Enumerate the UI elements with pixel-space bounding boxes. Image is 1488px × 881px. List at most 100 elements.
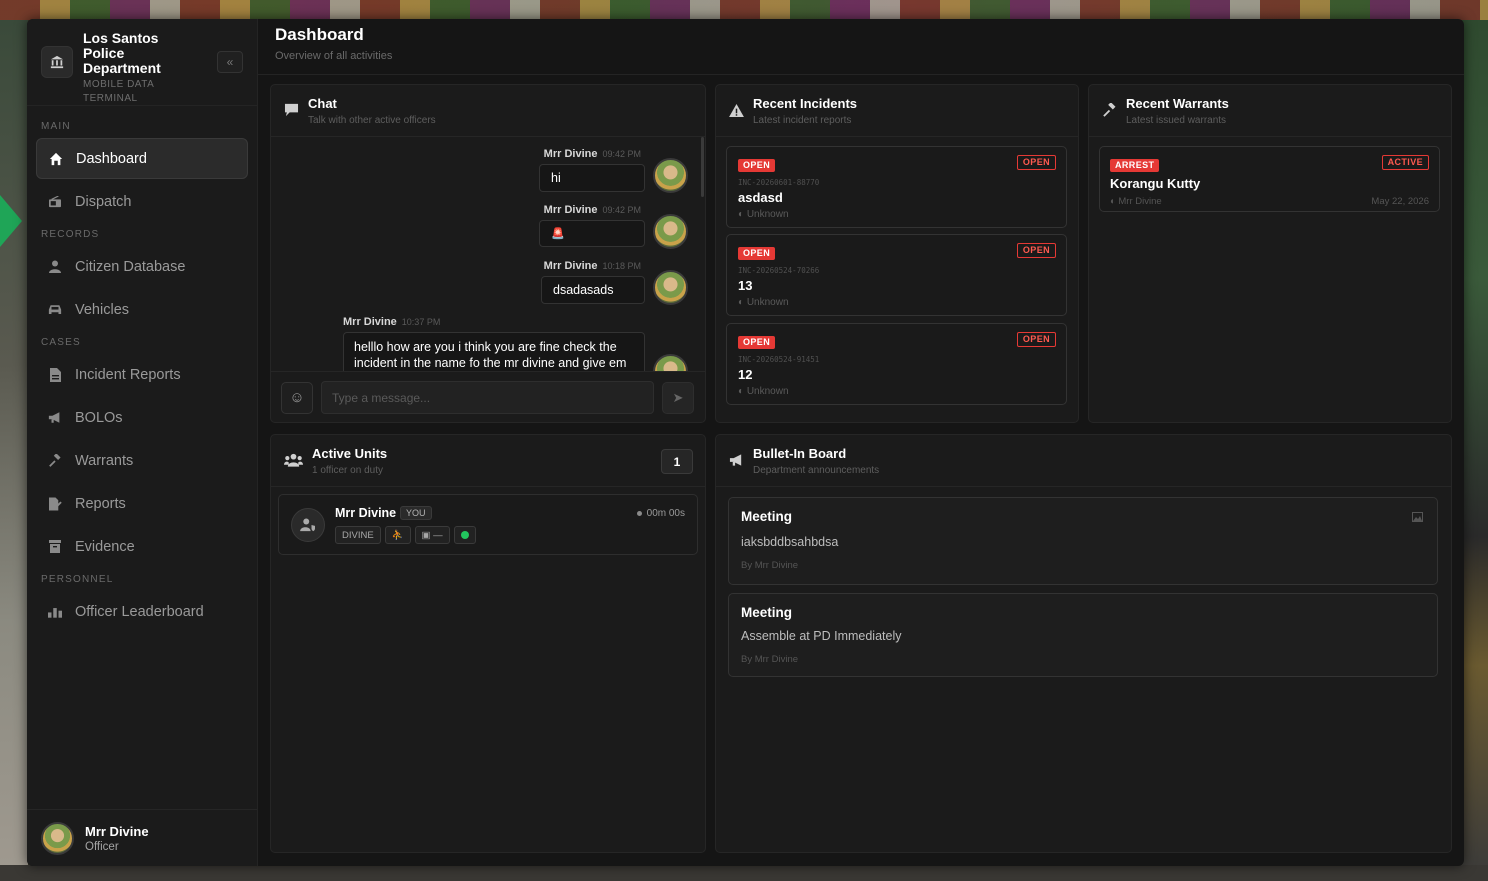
location-text: Unknown xyxy=(746,297,789,308)
warrants-panel-header: Recent Warrants Latest issued warrants xyxy=(1089,85,1451,137)
gavel-icon xyxy=(48,453,62,468)
incident-location: ◐ Unknown xyxy=(738,386,1055,397)
incident-status-badge: OPEN xyxy=(1016,332,1056,347)
current-user[interactable]: Mrr Divine Officer xyxy=(27,809,257,866)
location-shield-icon: ◐ xyxy=(738,297,745,308)
warrants-title: Recent Warrants xyxy=(1126,96,1229,111)
message-bubble: helllo how are you i think you are fine … xyxy=(343,332,645,371)
page-subtitle: Overview of all activities xyxy=(275,50,393,62)
callsign-tag[interactable]: DIVINE xyxy=(335,526,381,544)
user-role: Officer xyxy=(85,840,119,853)
chat-messages[interactable]: Mrr Divine 09:42 PM hi Mrr Divine 09:42 PM… xyxy=(271,137,705,371)
sidebar-item-vehicles[interactable]: Vehicles xyxy=(36,289,248,330)
location-text: Unknown xyxy=(746,209,789,220)
units-panel-header: Active Units 1 officer on duty 1 xyxy=(271,435,705,487)
message-bubble: 🚨 xyxy=(539,220,645,247)
ranking-icon xyxy=(48,605,62,619)
incident-type-badge: OPEN xyxy=(738,336,776,349)
shield-icon: ◐ xyxy=(1110,196,1116,207)
sidebar-item-reports[interactable]: Reports xyxy=(36,483,248,524)
users-icon xyxy=(283,452,303,468)
building-columns-icon xyxy=(41,46,73,78)
sidebar-item-label: BOLOs xyxy=(75,409,123,426)
sidebar-item-dispatch[interactable]: Dispatch xyxy=(36,181,248,222)
sidebar-item-citizen-database[interactable]: Citizen Database xyxy=(36,246,248,287)
avatar xyxy=(653,214,688,249)
timer-value: 00m 00s xyxy=(646,508,685,519)
sidebar-item-incident-reports[interactable]: Incident Reports xyxy=(36,354,248,395)
user-name: Mrr Divine xyxy=(85,823,149,839)
incident-card[interactable]: OPEN OPEN INC-20260524-70266 13 ◐ Unknow… xyxy=(726,234,1067,316)
message-time: 09:42 PM xyxy=(602,205,641,215)
incident-location: ◐ Unknown xyxy=(738,297,1055,308)
chat-panel: Chat Talk with other active officers Mrr… xyxy=(270,84,706,423)
you-badge: YOU xyxy=(400,506,432,520)
message-time: 10:18 PM xyxy=(602,261,641,271)
emoji-button[interactable]: ☺ xyxy=(281,381,313,414)
warrants-subtitle: Latest issued warrants xyxy=(1126,115,1227,126)
incidents-panel-header: Recent Incidents Latest incident reports xyxy=(716,85,1078,137)
sidebar-item-label: Officer Leaderboard xyxy=(75,603,204,620)
main-content: Dashboard Overview of all activities Cha… xyxy=(258,19,1464,866)
brand-title: Los Santos Police Department xyxy=(83,30,161,76)
avatar xyxy=(653,158,688,193)
background-right xyxy=(1462,20,1488,881)
car-icon xyxy=(48,303,62,317)
location-shield-icon: ◐ xyxy=(738,209,745,220)
incidents-subtitle: Latest incident reports xyxy=(753,115,852,126)
units-count-badge: 1 xyxy=(661,449,693,474)
collapse-sidebar-button[interactable]: « xyxy=(217,51,243,73)
nav-section-personnel: PERSONNEL xyxy=(41,573,114,585)
bulletin-card[interactable]: Meeting iaksbddbsahbdsa By Mrr Divine xyxy=(728,497,1438,585)
nav-section-main: MAIN xyxy=(41,120,71,132)
send-button[interactable]: ➤ xyxy=(662,381,694,414)
incident-status-badge: OPEN xyxy=(1016,155,1056,170)
sidebar-item-label: Reports xyxy=(75,495,126,512)
avatar xyxy=(653,354,688,371)
sidebar-item-evidence[interactable]: Evidence xyxy=(36,526,248,567)
bulletin-title: Bullet-In Board xyxy=(753,446,847,461)
page-title: Dashboard xyxy=(275,25,364,44)
chat-message: Mrr Divine 09:42 PM hi xyxy=(539,148,688,193)
status-walking-tag[interactable]: ⛹ xyxy=(384,526,411,544)
background-left xyxy=(0,20,28,881)
message-bubble: hi xyxy=(539,164,645,192)
message-author: Mrr Divine xyxy=(543,204,598,216)
incidents-title: Recent Incidents xyxy=(753,96,858,111)
chat-scrollbar[interactable] xyxy=(701,137,704,197)
online-dot-icon xyxy=(460,531,469,539)
message-author: Mrr Divine xyxy=(543,148,598,160)
sidebar-item-warrants[interactable]: Warrants xyxy=(36,440,248,481)
timer-dot-icon xyxy=(636,510,642,516)
incident-card[interactable]: OPEN OPEN INC-20260524-91451 12 ◐ Unknow… xyxy=(726,323,1067,405)
bulletin-subtitle: Department announcements xyxy=(753,465,880,476)
message-author: Mrr Divine xyxy=(343,316,397,328)
sidebar-item-label: Warrants xyxy=(75,452,134,469)
unit-card[interactable]: Mrr Divine YOU DIVINE ⛹ ▣ — 00m 00s xyxy=(278,494,698,555)
background-green-marker xyxy=(0,195,22,247)
image-icon[interactable] xyxy=(1412,512,1423,523)
incident-title: 13 xyxy=(738,278,753,293)
chat-message-input[interactable] xyxy=(321,381,654,414)
warrant-card[interactable]: ARREST ACTIVE Korangu Kutty ◐ Mrr Divine… xyxy=(1099,146,1440,212)
bulletin-card-author: By Mrr Divine xyxy=(741,654,799,665)
radio-tag[interactable]: ▣ — xyxy=(414,526,450,544)
incident-card[interactable]: OPEN OPEN INC-20260601-88770 asdasd ◐ Un… xyxy=(726,146,1067,228)
location-text: Unknown xyxy=(746,386,789,397)
unit-tags: DIVINE ⛹ ▣ — xyxy=(335,526,480,544)
online-status-tag[interactable] xyxy=(453,526,476,544)
sidebar-item-bolos[interactable]: BOLOs xyxy=(36,397,248,438)
incident-status-badge: OPEN xyxy=(1016,243,1056,258)
sidebar-item-dashboard[interactable]: Dashboard xyxy=(36,138,248,179)
incidents-panel: Recent Incidents Latest incident reports… xyxy=(715,84,1079,423)
file-pen-icon xyxy=(48,497,62,511)
comment-icon xyxy=(283,102,299,118)
sidebar-item-label: Evidence xyxy=(75,538,135,555)
sidebar-item-officer-leaderboard[interactable]: Officer Leaderboard xyxy=(36,591,248,632)
warrant-officer-name: Mrr Divine xyxy=(1118,196,1162,207)
units-subtitle: 1 officer on duty xyxy=(312,465,383,476)
background-top xyxy=(0,0,1488,20)
warrant-subject: Korangu Kutty xyxy=(1110,176,1201,191)
warrant-officer: ◐ Mrr Divine xyxy=(1110,196,1162,207)
bulletin-card[interactable]: Meeting Assemble at PD Immediately By Mr… xyxy=(728,593,1438,677)
